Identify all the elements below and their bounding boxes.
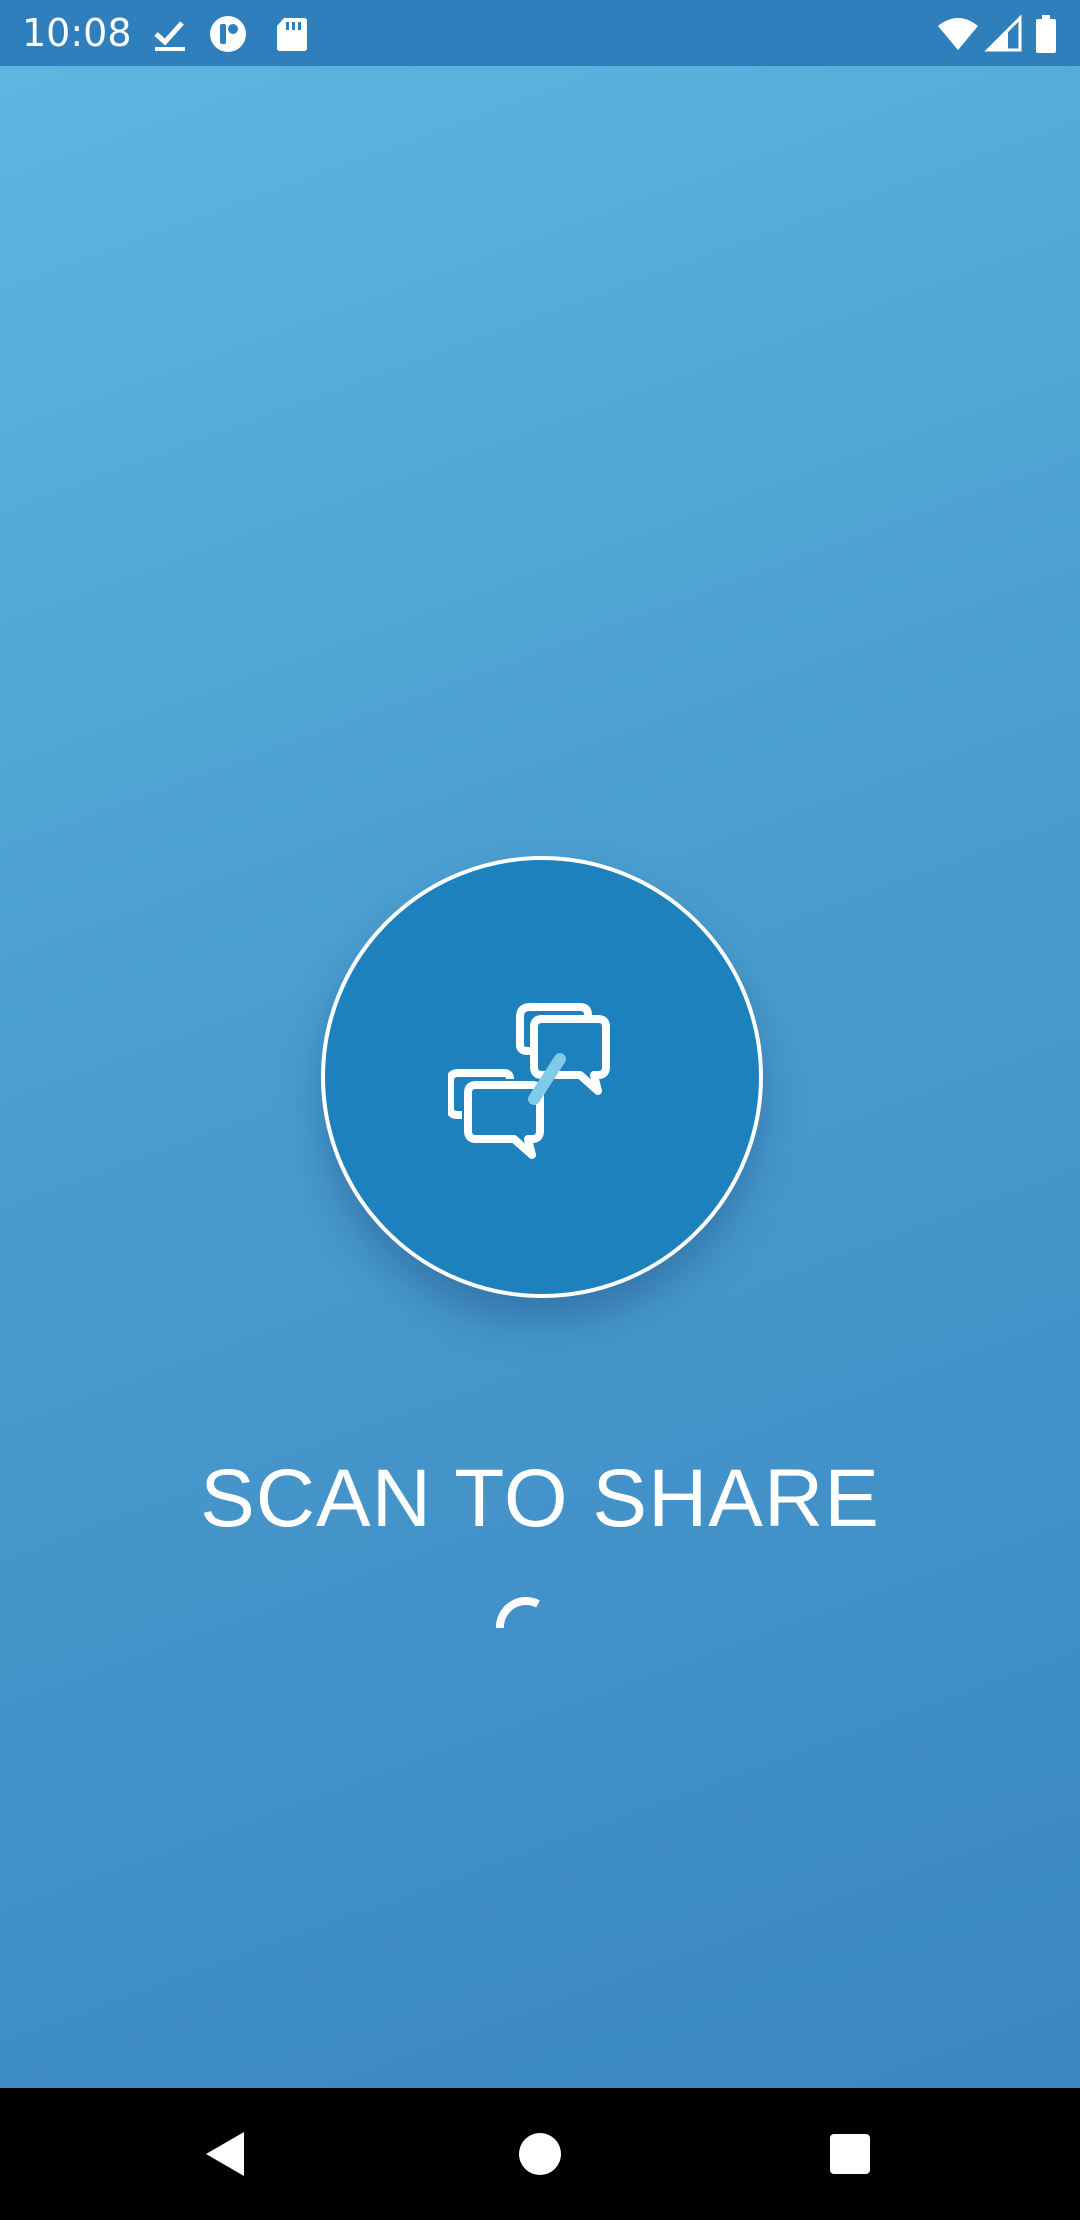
sd-card-icon xyxy=(272,14,312,54)
app-logo-badge xyxy=(321,856,763,1298)
loading-spinner xyxy=(494,1596,558,1660)
splash-screen: SCAN TO SHARE xyxy=(0,66,1080,2088)
back-button[interactable] xyxy=(186,2114,266,2194)
cell-signal-icon xyxy=(984,14,1024,54)
navigation-bar xyxy=(0,2088,1080,2220)
recents-button[interactable] xyxy=(810,2114,890,2194)
status-time: 10:08 xyxy=(22,11,132,55)
status-bar: 10:08 xyxy=(0,0,1080,66)
page-title: SCAN TO SHARE xyxy=(200,1453,880,1544)
download-done-icon xyxy=(150,14,190,54)
app-notification-icon xyxy=(208,14,248,54)
battery-icon xyxy=(1034,14,1058,54)
wifi-icon xyxy=(936,14,978,54)
chat-bubbles-link-icon xyxy=(448,1003,610,1159)
home-icon xyxy=(519,2133,561,2175)
back-icon xyxy=(206,2132,244,2176)
home-button[interactable] xyxy=(500,2114,580,2194)
recents-icon xyxy=(830,2134,870,2174)
